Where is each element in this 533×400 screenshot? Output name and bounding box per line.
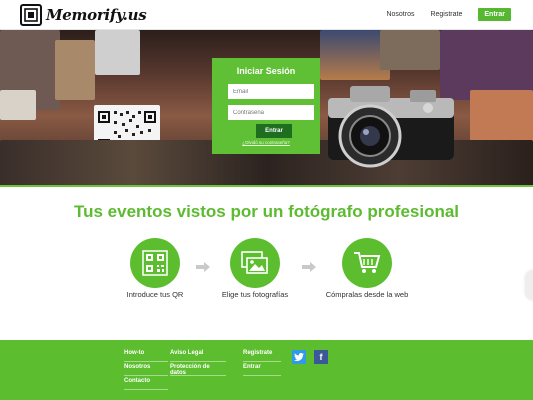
twitter-icon[interactable] xyxy=(292,350,306,364)
footer-link-registrate[interactable]: Registrate xyxy=(243,348,281,362)
forgot-password-link[interactable]: ¿Olvidó su contraseña? xyxy=(212,140,320,145)
footer-link-nosotros[interactable]: Nosotros xyxy=(124,362,168,376)
logo[interactable]: Memorify.us xyxy=(20,4,147,26)
qr-code-icon xyxy=(142,250,168,276)
collage-photo xyxy=(55,40,95,100)
footer-col-1: How-to Nosotros Contacto xyxy=(124,348,168,390)
top-header: Memorify.us Nosotros Registrate Entrar xyxy=(0,0,533,30)
headline: Tus eventos vistos por un fotógrafo prof… xyxy=(73,202,460,221)
email-field[interactable] xyxy=(228,84,314,99)
hero-photo-collage: Iniciar Sesión Entrar ¿Olvidó su contras… xyxy=(0,30,533,186)
footer-link-howto[interactable]: How-to xyxy=(124,348,168,362)
facebook-icon[interactable]: f xyxy=(314,350,328,364)
step-cart-circle xyxy=(342,238,392,288)
hero-divider xyxy=(0,185,533,187)
shopping-cart-icon xyxy=(354,252,381,273)
footer-link-aviso-legal[interactable]: Aviso Legal xyxy=(170,348,226,362)
arrow-right-icon xyxy=(302,262,316,272)
step-qr-circle xyxy=(130,238,180,288)
collage-photo xyxy=(95,30,140,75)
scroll-handle[interactable] xyxy=(525,270,533,300)
camera-image xyxy=(320,72,470,172)
step-label-buy: Cómpralas desde la web xyxy=(325,290,409,299)
nav-link-registrate[interactable]: Registrate xyxy=(430,11,462,18)
logo-text: Memorify.us xyxy=(46,6,147,24)
step-photos-circle xyxy=(230,238,280,288)
top-nav: Nosotros Registrate Entrar xyxy=(386,8,511,21)
collage-photo xyxy=(380,30,440,70)
header-enter-button[interactable]: Entrar xyxy=(478,8,511,21)
nav-link-nosotros[interactable]: Nosotros xyxy=(386,11,414,18)
login-title: Iniciar Sesión xyxy=(236,66,296,76)
collage-photo-price xyxy=(0,90,36,120)
page: Memorify.us Nosotros Registrate Entrar I… xyxy=(0,0,533,400)
login-submit-button[interactable]: Entrar xyxy=(256,124,292,138)
logo-qr-icon xyxy=(20,4,42,26)
arrow-right-icon xyxy=(196,262,210,272)
password-field[interactable] xyxy=(228,105,314,120)
footer-link-proteccion-datos[interactable]: Protección de datos xyxy=(170,362,226,376)
step-label-photos: Elige tus fotografías xyxy=(221,290,289,299)
footer-col-2: Aviso Legal Protección de datos xyxy=(170,348,226,376)
footer-col-3: Registrate Entrar xyxy=(243,348,281,376)
footer: How-to Nosotros Contacto Aviso Legal Pro… xyxy=(0,340,533,400)
footer-link-contacto[interactable]: Contacto xyxy=(124,376,168,390)
footer-link-entrar[interactable]: Entrar xyxy=(243,362,281,376)
photos-icon xyxy=(241,251,268,274)
facebook-glyph: f xyxy=(319,352,323,362)
